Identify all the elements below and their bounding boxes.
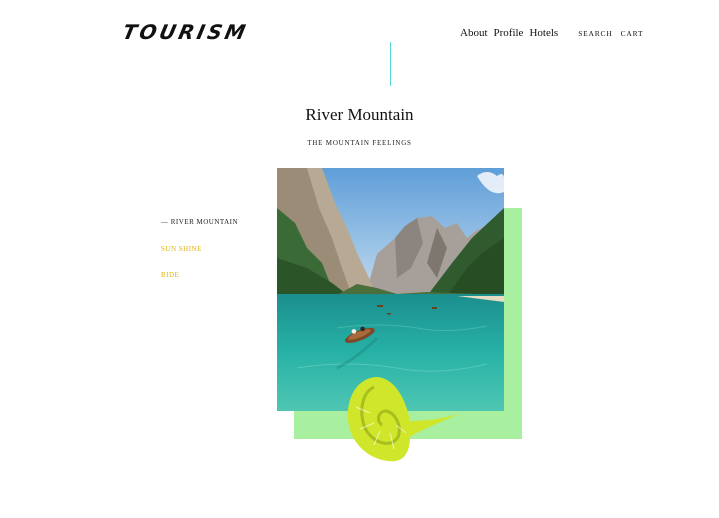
sidebar-item-sun-shine[interactable]: SUN SHINE [161, 245, 202, 253]
shell-icon [340, 373, 464, 469]
nav-profile[interactable]: Profile [494, 27, 524, 39]
nav-hotels[interactable]: Hotels [529, 27, 558, 39]
site-logo[interactable]: TOURISM [120, 20, 250, 44]
main-nav: About Profile Hotels SEARCH CART [460, 27, 643, 39]
page-title: River Mountain [305, 105, 414, 124]
nav-about[interactable]: About [460, 27, 488, 39]
nav-cart[interactable]: CART [621, 29, 644, 38]
nav-search[interactable]: SEARCH [578, 29, 612, 38]
decorative-divider [390, 42, 391, 86]
page-subtitle: THE MOUNTAIN FEELINGS [307, 139, 412, 147]
sidebar-item-ride[interactable]: RIDE [161, 271, 179, 279]
sidebar-item-river-mountain[interactable]: — RIVER MOUNTAIN [161, 218, 238, 226]
